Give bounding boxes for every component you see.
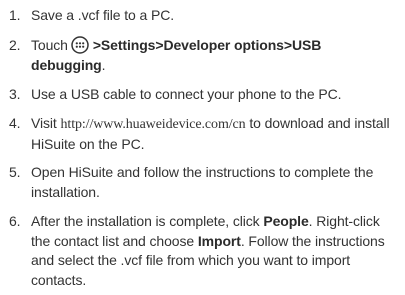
step-2: 2. Touch >Settings>Developer options>USB … bbox=[9, 36, 399, 75]
people-label: People bbox=[263, 213, 309, 229]
step-4: 4. Visit http://www.huaweidevice.com/cn … bbox=[9, 114, 399, 154]
menu-icon bbox=[71, 36, 89, 54]
step-number: 6. bbox=[9, 213, 21, 229]
step-text: Touch bbox=[31, 37, 68, 53]
step-text: Open HiSuite and follow the instructions… bbox=[31, 164, 374, 200]
step-text: Visit bbox=[31, 115, 61, 131]
step-6: 6. After the installation is complete, c… bbox=[9, 212, 399, 290]
step-number: 1. bbox=[9, 7, 21, 23]
step-text: After the installation is complete, clic… bbox=[31, 213, 264, 229]
instructions-document: 1. Save a .vcf file to a PC. 2. Touch >Se… bbox=[0, 0, 405, 295]
step-text: . bbox=[101, 56, 106, 73]
step-text: Save a .vcf file to a PC. bbox=[31, 7, 175, 23]
step-number: 3. bbox=[9, 86, 21, 102]
download-url: http://www.huaweidevice.com/cn bbox=[60, 117, 246, 132]
step-number: 4. bbox=[9, 115, 21, 131]
step-1: 1. Save a .vcf file to a PC. bbox=[9, 6, 399, 26]
step-text: Use a USB cable to connect your phone to… bbox=[31, 86, 342, 102]
step-number: 5. bbox=[9, 164, 21, 180]
step-number: 2. bbox=[9, 37, 21, 53]
import-label: Import bbox=[197, 232, 241, 249]
step-3: 3. Use a USB cable to connect your phone… bbox=[9, 85, 399, 105]
step-5: 5. Open HiSuite and follow the instructi… bbox=[9, 163, 399, 202]
